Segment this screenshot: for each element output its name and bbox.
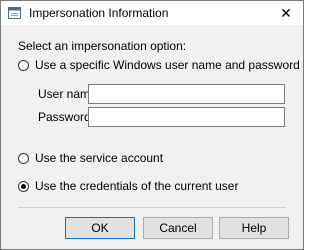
prompt-label: Select an impersonation option: xyxy=(18,39,187,53)
close-button[interactable]: ✕ xyxy=(269,1,303,25)
radio-current-user[interactable] xyxy=(18,180,29,192)
option-specific-user[interactable]: Use a specific Windows user name and pas… xyxy=(18,58,300,72)
username-input[interactable] xyxy=(88,84,285,104)
close-icon: ✕ xyxy=(280,4,292,21)
help-button[interactable]: Help xyxy=(219,217,289,239)
title-bar[interactable]: Impersonation Information ✕ xyxy=(1,1,303,25)
dialog-body: Select an impersonation option: Use a sp… xyxy=(1,25,303,249)
password-label: Password: xyxy=(38,110,95,124)
option-label: Use the credentials of the current user xyxy=(35,179,239,193)
password-input[interactable] xyxy=(88,107,285,127)
app-icon xyxy=(8,7,21,19)
option-service-account[interactable]: Use the service account xyxy=(18,151,163,165)
window-title: Impersonation Information xyxy=(29,6,169,20)
divider xyxy=(18,207,286,208)
option-label: Use the service account xyxy=(35,151,164,165)
cancel-button[interactable]: Cancel xyxy=(143,217,213,239)
radio-specific-user[interactable] xyxy=(18,59,29,71)
option-current-user[interactable]: Use the credentials of the current user xyxy=(18,179,238,193)
impersonation-dialog: Impersonation Information ✕ Select an im… xyxy=(0,0,304,250)
radio-service-account[interactable] xyxy=(18,152,29,164)
option-label: Use a specific Windows user name and pas… xyxy=(35,58,300,72)
ok-button[interactable]: OK xyxy=(65,217,135,239)
